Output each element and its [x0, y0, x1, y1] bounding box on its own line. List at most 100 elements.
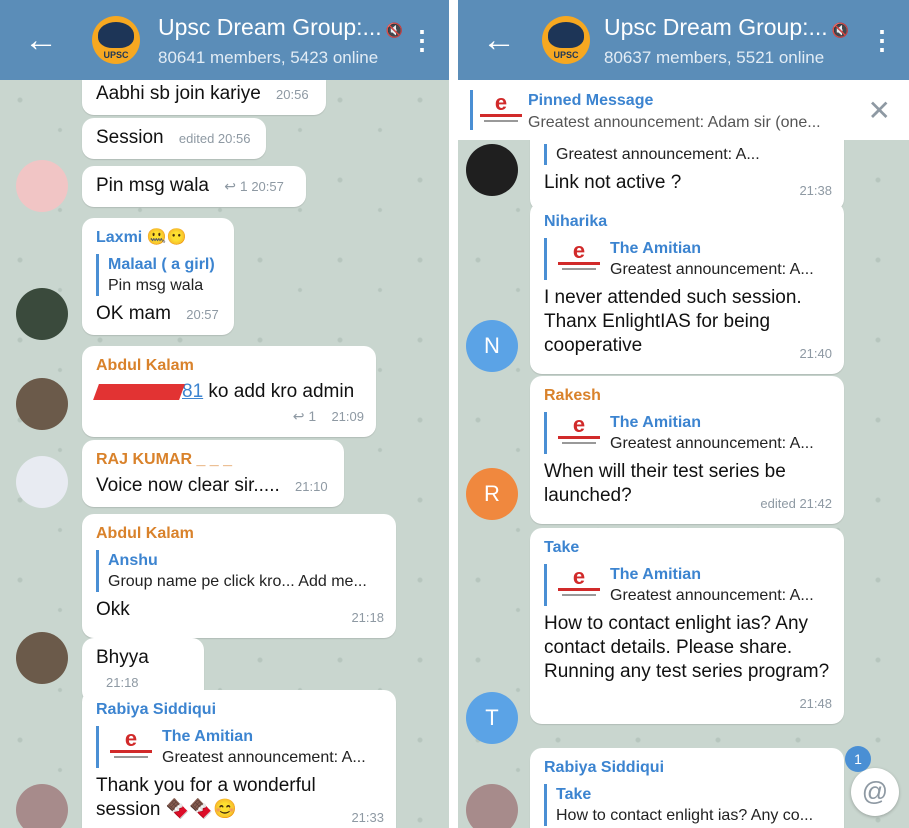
reply-content: The Amitian Greatest announcement: A... — [610, 564, 814, 606]
sender-name[interactable]: Rabiya Siddiqui — [544, 756, 832, 780]
message-bubble[interactable]: Rabiya Siddiqui e The Amitian Greatest a… — [82, 690, 396, 828]
logo-emblem — [98, 22, 134, 48]
sender-name[interactable]: Take — [544, 536, 832, 560]
message-bubble[interactable]: Abdul Kalam 81 ko add kro admin ↩ 1 21:0… — [82, 346, 376, 437]
message-bubble[interactable]: Niharika e The Amitian Greatest announce… — [530, 202, 844, 374]
sender-name[interactable]: RAJ KUMAR _ _ _ — [96, 448, 332, 472]
group-title[interactable]: Upsc Dream Group:... 🔇 — [158, 14, 403, 41]
back-arrow-icon[interactable]: ← — [482, 22, 516, 58]
avatar-initial[interactable]: R — [466, 468, 518, 520]
group-title[interactable]: Upsc Dream Group:... 🔇 — [604, 14, 849, 41]
reply-preview[interactable]: e The Amitian Greatest announcement: A..… — [96, 726, 384, 768]
sender-name[interactable]: Abdul Kalam — [96, 354, 364, 378]
group-avatar[interactable]: UPSC — [542, 16, 590, 64]
message-bubble[interactable]: Session edited 20:56 — [82, 118, 266, 159]
logo-subline — [562, 442, 596, 444]
avatar-initial[interactable]: N — [466, 320, 518, 372]
message-time: ↩ 1 20:57 — [224, 178, 284, 194]
message-bubble[interactable]: Pin msg wala ↩ 1 20:57 — [82, 166, 306, 207]
reply-author: Anshu — [108, 552, 158, 569]
message-bubble[interactable]: RAJ KUMAR _ _ _ Voice now clear sir.....… — [82, 440, 344, 507]
logo-subline — [562, 594, 596, 596]
logo-line — [558, 436, 600, 439]
pinned-label: Pinned Message — [528, 92, 654, 109]
pinned-message-bar[interactable]: e Pinned Message Greatest announcement: … — [458, 80, 909, 140]
message-text: Bhyya — [96, 647, 149, 668]
phone-link[interactable]: 81 — [182, 381, 203, 402]
reply-author: The Amitian — [610, 566, 701, 583]
reply-author: The Amitian — [162, 728, 253, 745]
sender-name[interactable]: Rabiya Siddiqui — [96, 698, 384, 722]
message-time: 21:18 — [106, 675, 139, 690]
user-avatar[interactable] — [16, 288, 68, 340]
group-title-text: Upsc Dream Group:... — [604, 14, 828, 40]
right-chat-panel: ← UPSC Upsc Dream Group:... 🔇 80637 membe… — [458, 0, 909, 828]
avatar-initial[interactable]: T — [466, 692, 518, 744]
redacted-number — [93, 383, 185, 400]
mention-button[interactable]: @ — [851, 768, 899, 816]
logo-line — [558, 262, 600, 265]
time-value: 20:57 — [251, 179, 284, 194]
logo-line — [480, 114, 522, 117]
message-bubble[interactable]: Abdul Kalam Anshu Group name pe click kr… — [82, 514, 396, 638]
reply-preview[interactable]: Anshu Group name pe click kro... Add me.… — [96, 550, 384, 592]
user-avatar[interactable] — [16, 456, 68, 508]
reply-text: Greatest announcement: A... — [610, 435, 814, 452]
user-avatar[interactable] — [466, 784, 518, 828]
enlight-logo-icon: e — [556, 414, 602, 452]
reply-preview[interactable]: e The Amitian Greatest announcement: A..… — [544, 238, 832, 280]
logo-text: UPSC — [553, 50, 579, 60]
reply-preview[interactable]: e The Amitian Greatest announcement: A..… — [544, 564, 832, 606]
group-member-count: 80637 members, 5521 online — [604, 48, 825, 67]
user-avatar[interactable] — [16, 784, 68, 828]
reply-preview[interactable]: Malaal ( a girl) Pin msg wala — [96, 254, 222, 296]
sender-name[interactable]: Laxmi 🤐😶 — [96, 226, 222, 250]
reply-text: Pin msg wala — [108, 277, 204, 294]
reply-preview[interactable]: e The Amitian Greatest announcement: A..… — [544, 412, 832, 454]
reply-author: Malaal ( a girl) — [108, 256, 215, 273]
reply-preview[interactable]: Greatest announcement: A... — [544, 144, 832, 165]
group-avatar[interactable]: UPSC — [92, 16, 140, 64]
message-bubble[interactable]: Rakesh e The Amitian Greatest announceme… — [530, 376, 844, 524]
logo-emblem — [548, 22, 584, 48]
reply-content: The Amitian Greatest announcement: A... — [162, 726, 366, 768]
left-chat-panel: ← UPSC Upsc Dream Group:... 🔇 80641 membe… — [0, 0, 449, 828]
sender-name[interactable]: Abdul Kalam — [96, 522, 384, 546]
sender-name[interactable]: Niharika — [544, 210, 832, 234]
muted-icon: 🔇 — [831, 22, 850, 38]
reply-preview[interactable]: Take How to contact enlight ias? Any co.… — [544, 784, 832, 826]
user-avatar[interactable] — [466, 144, 518, 196]
user-avatar[interactable] — [16, 632, 68, 684]
reply-author: The Amitian — [610, 414, 701, 431]
group-member-count: 80641 members, 5423 online — [158, 48, 379, 67]
message-bubble[interactable]: Rabiya Siddiqui Take How to contact enli… — [530, 748, 844, 828]
message-time: 21:33 — [351, 810, 384, 825]
back-arrow-icon[interactable]: ← — [24, 22, 58, 58]
message-bubble[interactable]: Laxmi 🤐😶 Malaal ( a girl) Pin msg wala O… — [82, 218, 234, 335]
message-bubble[interactable]: Aabhi sb join kariye 20:56 — [82, 80, 326, 115]
logo-subline — [114, 756, 148, 758]
message-text: Session — [96, 127, 164, 148]
user-avatar[interactable] — [16, 378, 68, 430]
message-text: Aabhi sb join kariye — [96, 83, 261, 104]
group-title-text: Upsc Dream Group:... — [158, 14, 382, 40]
user-avatar[interactable] — [16, 160, 68, 212]
reply-author: Take — [556, 786, 592, 803]
reply-text: Greatest announcement: A... — [556, 146, 760, 163]
chat-header[interactable]: ← UPSC Upsc Dream Group:... 🔇 80641 membe… — [0, 0, 449, 80]
close-icon[interactable]: ✕ — [868, 94, 891, 127]
message-body: 81 ko add kro admin — [93, 380, 364, 404]
more-menu-icon[interactable]: ⋮ — [409, 26, 435, 54]
pinned-text: Greatest announcement: Adam sir (one... — [528, 114, 821, 131]
message-bubble[interactable]: Take e The Amitian Greatest announcement… — [530, 528, 844, 724]
more-menu-icon[interactable]: ⋮ — [869, 26, 895, 54]
reply-text: Greatest announcement: A... — [610, 587, 814, 604]
message-text: Okk — [96, 599, 130, 620]
enlight-logo-icon: e — [556, 566, 602, 604]
message-text: ko add kro admin — [203, 381, 355, 402]
muted-icon: 🔇 — [385, 22, 404, 38]
sender-name[interactable]: Rakesh — [544, 384, 832, 408]
chat-header[interactable]: ← UPSC Upsc Dream Group:... 🔇 80637 membe… — [458, 0, 909, 80]
reply-count[interactable]: ↩ 1 — [293, 408, 316, 424]
message-text: When will their test series be launched? — [544, 461, 786, 506]
